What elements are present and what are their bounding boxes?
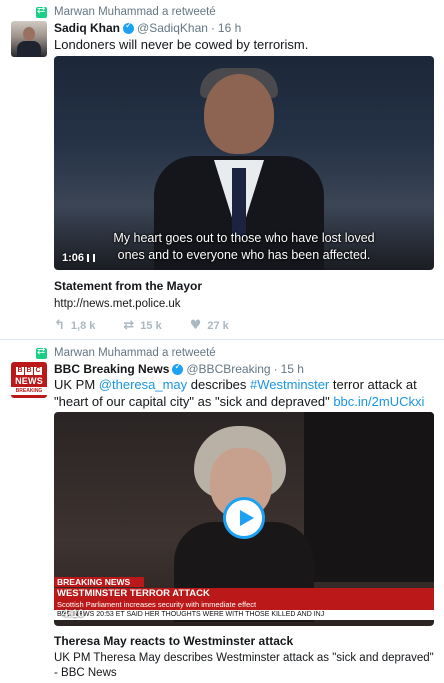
separator: · [210, 21, 215, 35]
avatar[interactable] [11, 21, 47, 57]
card-title[interactable]: Statement from the Mayor [54, 279, 202, 293]
url-link[interactable]: bbc.in/2mUCkxi [333, 394, 424, 409]
retweeted-by-label: Marwan Muhammad a retweeté [54, 347, 216, 359]
author-handle[interactable]: @SadiqKhan [137, 21, 208, 35]
retweet-button[interactable]: ⇄ 15 k [123, 318, 161, 333]
retweet-icon: ⇄ [123, 318, 135, 333]
reply-button[interactable]: ↰ 1,8 k [54, 318, 95, 333]
volume-icon[interactable] [87, 254, 96, 263]
card-title[interactable]: Theresa May reacts to Westminster attack [54, 634, 293, 648]
card-link[interactable]: http://news.met.police.uk [54, 297, 434, 312]
tweet-text: UK PM @theresa_may describes #Westminste… [54, 377, 425, 409]
video-player[interactable]: My heart goes out to those who have lost… [54, 56, 434, 270]
author-handle[interactable]: @BBCBreaking [186, 362, 270, 376]
bbc-logo: B B C [16, 367, 42, 375]
tweet-header: BBC Breaking News @BBCBreaking · 15 h [54, 362, 304, 377]
video-caption: My heart goes out to those who have lost… [113, 231, 375, 262]
verified-icon [123, 21, 135, 34]
verified-icon [172, 362, 184, 375]
card-description: UK PM Theresa May describes Westminster … [54, 652, 434, 679]
video-duration: 1:06 [62, 252, 96, 264]
author-name[interactable]: Sadiq Khan [54, 21, 120, 35]
like-button[interactable]: ♥ 27 k [190, 318, 229, 333]
avatar[interactable]: B B C NEWS BREAKING [11, 362, 47, 398]
reply-icon: ↰ [54, 318, 65, 333]
tweet-time[interactable]: 15 h [281, 362, 304, 376]
mention-link[interactable]: @theresa_may [99, 377, 187, 392]
retweet-icon [36, 346, 47, 359]
tweet-sadiq-khan[interactable]: Marwan Muhammad a retweeté Sadiq Khan @S… [0, 0, 444, 340]
news-ticker: BBC NEWS 20:53 ET SAID HER THOUGHTS WERE… [54, 610, 434, 620]
heart-icon: ♥ [189, 318, 202, 333]
play-button[interactable] [223, 497, 265, 539]
tweet-time[interactable]: 16 h [218, 21, 241, 35]
breaking-subline: Scottish Parliament increases security w… [54, 600, 434, 610]
breaking-news-tag: BREAKING NEWS [54, 577, 144, 587]
tweet-text: Londoners will never be cowed by terrori… [54, 37, 309, 52]
author-name[interactable]: BBC Breaking News [54, 362, 169, 376]
hashtag-link[interactable]: #Westminster [250, 377, 329, 392]
video-duration: 4:10 [62, 608, 85, 620]
tweet-header: Sadiq Khan @SadiqKhan · 16 h [54, 21, 241, 36]
retweet-icon [36, 5, 47, 18]
retweeted-by-label: Marwan Muhammad a retweeté [54, 6, 216, 18]
breaking-headline: WESTMINSTER TERROR ATTACK [54, 588, 434, 600]
tweet-actions: ↰ 1,8 k ⇄ 15 k ♥ 27 k [54, 318, 229, 333]
separator: · [273, 362, 278, 376]
tweet-bbc-breaking[interactable]: Marwan Muhammad a retweeté B B C NEWS BR… [0, 340, 444, 683]
video-player[interactable]: BREAKING NEWS WESTMINSTER TERROR ATTACK … [54, 412, 434, 626]
